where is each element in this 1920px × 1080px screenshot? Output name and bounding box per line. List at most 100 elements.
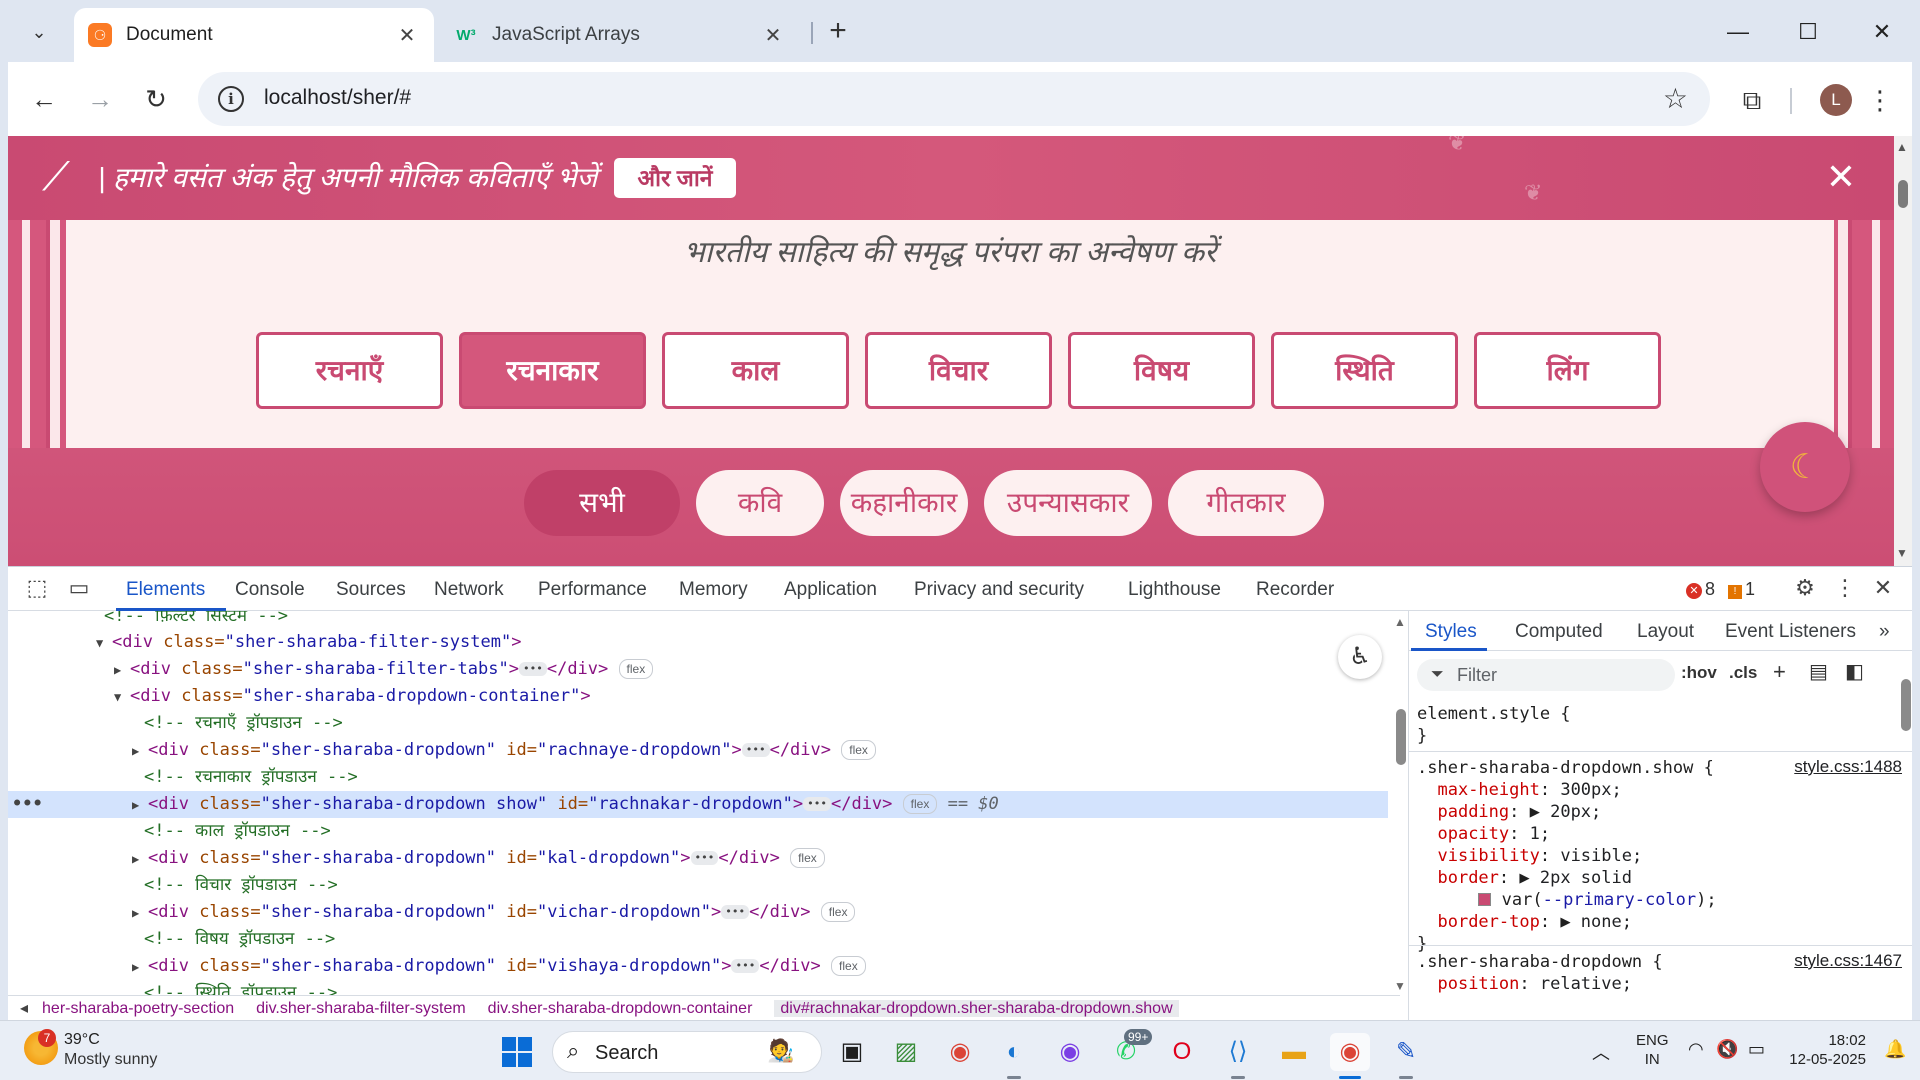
inspect-element-icon[interactable]: ⬚ (22, 575, 52, 603)
filter-tab-rachnakar[interactable]: रचनाकार (459, 332, 646, 409)
photo-editor-icon[interactable]: ▨ (886, 1033, 926, 1071)
dom-comment[interactable]: <!-- काल ड्रॉपडाउन --> (8, 818, 1388, 845)
close-announcement-icon[interactable]: ✕ (1826, 156, 1856, 198)
sub-filter-kavi[interactable]: कवि (696, 470, 824, 536)
cls-toggle[interactable]: .cls (1729, 663, 1757, 683)
device-toolbar-icon[interactable]: ▭ (64, 575, 94, 603)
dom-comment[interactable]: <!-- स्थिति ड्रॉपडाउन --> (8, 980, 1388, 995)
close-tab-icon[interactable]: ✕ (394, 23, 420, 48)
bookmark-star-icon[interactable]: ☆ (1663, 82, 1688, 115)
filter-tab-kal[interactable]: काल (662, 332, 849, 409)
accessibility-tree-icon[interactable]: ♿ (1338, 635, 1382, 679)
elements-scrollbar[interactable]: ▲ ▼ (1392, 611, 1408, 995)
scroll-up-icon[interactable]: ▲ (1896, 140, 1908, 154)
devtools-tab-console[interactable]: Console (235, 579, 305, 601)
devtools-tab-elements[interactable]: Elements (126, 579, 205, 601)
filter-tab-vichar[interactable]: विचार (865, 332, 1052, 409)
tray-chevron-up-icon[interactable]: ︿ (1592, 1039, 1610, 1065)
start-windows-icon[interactable] (502, 1037, 532, 1067)
dom-node-dropdown-container[interactable]: ▼ <div class="sher-sharaba-dropdown-conta… (8, 683, 1388, 710)
sub-filter-upanyaskar[interactable]: उपन्यासकार (984, 470, 1152, 536)
scroll-down-icon[interactable]: ▼ (1896, 546, 1908, 560)
dom-node-filter-tabs[interactable]: ▶ <div class="sher-sharaba-filter-tabs"> •… (8, 656, 1388, 683)
source-link[interactable]: style.css:1467 (1794, 951, 1902, 971)
reload-icon[interactable]: ↻ (136, 80, 176, 120)
styles-filter-input[interactable]: ⏷ Filter (1417, 659, 1675, 691)
devtools-tab-application[interactable]: Application (784, 579, 877, 601)
speaker-muted-icon[interactable]: 🔇 (1716, 1039, 1738, 1060)
breadcrumb-item-current[interactable]: div#rachnakar-dropdown.sher-sharaba-drop… (774, 1000, 1179, 1017)
feather-app-icon[interactable]: ✎ (1386, 1033, 1426, 1071)
flex-badge[interactable]: flex (902, 794, 938, 814)
dom-node-vishaya-dropdown[interactable]: ▶ <div class="sher-sharaba-dropdown" id="… (8, 953, 1388, 980)
forward-arrow-icon[interactable]: → (80, 80, 120, 120)
flex-badge[interactable]: flex (831, 956, 866, 976)
dom-node-kal-dropdown[interactable]: ▶ <div class="sher-sharaba-dropdown" id="… (8, 845, 1388, 872)
battery-icon[interactable]: ▭ (1748, 1039, 1765, 1060)
event-listeners-tab[interactable]: Event Listeners (1725, 621, 1856, 643)
dom-node-rachnakar-dropdown-selected[interactable]: ••• ▶ <div class="sher-sharaba-dropdown sh… (8, 791, 1388, 818)
flex-badge[interactable]: flex (618, 659, 654, 679)
filter-tab-sthiti[interactable]: स्थिति (1271, 332, 1458, 409)
chrome-profile-icon[interactable]: ◉ (1050, 1033, 1090, 1071)
scrollbar-thumb[interactable] (1898, 180, 1908, 208)
scrollbar-thumb[interactable] (1901, 679, 1911, 731)
dom-node-vichar-dropdown[interactable]: ▶ <div class="sher-sharaba-dropdown" id="… (8, 899, 1388, 926)
weather-temperature[interactable]: 39°C (64, 1031, 100, 1049)
dark-mode-moon-icon[interactable]: ☾ (1760, 422, 1850, 512)
extensions-puzzle-icon[interactable]: ⧉ (1732, 80, 1772, 120)
flex-badge[interactable]: flex (820, 902, 856, 922)
learn-more-button[interactable]: और जानें (614, 158, 736, 198)
scrollbar-thumb[interactable] (1396, 709, 1406, 765)
back-arrow-icon[interactable]: ← (24, 80, 64, 120)
chrome-icon[interactable]: ◉ (940, 1033, 980, 1071)
devtools-tab-sources[interactable]: Sources (336, 579, 406, 601)
more-tabs-chevron-icon[interactable]: » (1879, 621, 1890, 643)
dom-comment[interactable]: <!-- विचार ड्रॉपडाउन --> (8, 872, 1388, 899)
settings-gear-icon[interactable]: ⚙ (1790, 575, 1820, 603)
computed-tab[interactable]: Computed (1515, 621, 1603, 643)
sub-filter-geetkar[interactable]: गीतकार (1168, 470, 1324, 536)
css-rule-dropdown-show[interactable]: .sher-sharaba-dropdown.show { max-height… (1417, 757, 1717, 955)
url-text[interactable]: localhost/sher/# (264, 86, 411, 110)
scroll-up-icon[interactable]: ▲ (1394, 615, 1406, 629)
profile-avatar[interactable]: L (1820, 84, 1852, 116)
opera-icon[interactable]: O (1162, 1033, 1202, 1071)
file-explorer-icon[interactable]: ▬ (1274, 1033, 1314, 1071)
warning-counter[interactable]: ! 1 (1728, 579, 1755, 600)
styles-tab[interactable]: Styles (1425, 621, 1477, 643)
breadcrumb-left-icon[interactable]: ◂ (8, 1000, 28, 1017)
dom-node-rachnaye-dropdown[interactable]: ▶ <div class="sher-sharaba-dropdown" id="… (8, 737, 1388, 764)
minimize-icon[interactable]: — (1718, 14, 1758, 50)
devtools-tab-performance[interactable]: Performance (538, 579, 647, 601)
close-window-icon[interactable]: ✕ (1862, 14, 1902, 50)
vscode-icon[interactable]: ⟨⟩ (1218, 1033, 1258, 1071)
devtools-tab-recorder[interactable]: Recorder (1256, 579, 1334, 601)
sub-filter-sabhi[interactable]: सभी (524, 470, 680, 536)
source-link[interactable]: style.css:1488 (1794, 757, 1902, 777)
close-devtools-icon[interactable]: ✕ (1868, 575, 1898, 603)
breadcrumb-item[interactable]: her-sharaba-poetry-section (42, 1000, 234, 1017)
tab-search-chevron-icon[interactable]: ⌄ (20, 14, 58, 50)
styles-scrollbar[interactable] (1899, 655, 1912, 1021)
new-rule-plus-icon[interactable]: + (1773, 659, 1786, 685)
sub-filter-kahanikar[interactable]: कहानीकार (840, 470, 968, 536)
paint-roller-icon[interactable]: ▤ (1809, 659, 1828, 684)
element-style-rule[interactable]: element.style { } (1417, 703, 1571, 747)
dom-comment[interactable]: <!-- फ़िल्टर सिस्टम --> (8, 611, 1388, 630)
taskbar-search[interactable]: ⌕ Search 🧑‍🎨 (552, 1031, 822, 1073)
devtools-tab-memory[interactable]: Memory (679, 579, 748, 601)
filter-tab-ling[interactable]: लिंग (1474, 332, 1661, 409)
close-tab-icon[interactable]: ✕ (760, 23, 786, 48)
devtools-tab-privacy[interactable]: Privacy and security (914, 579, 1084, 601)
site-info-icon[interactable]: i (218, 86, 244, 112)
error-counter[interactable]: ✕ 8 (1686, 579, 1715, 600)
weather-condition[interactable]: Mostly sunny (64, 1051, 157, 1069)
chrome-active-icon[interactable]: ◉ (1330, 1033, 1370, 1071)
system-clock[interactable]: 18:02 12-05-2025 (1786, 1031, 1866, 1069)
dom-node-filter-system[interactable]: ▼ <div class="sher-sharaba-filter-system"… (8, 629, 1388, 656)
notification-bell-icon[interactable]: 🔔 (1884, 1039, 1906, 1060)
devtools-menu-icon[interactable]: ⋮ (1830, 575, 1860, 603)
menu-kebab-icon[interactable]: ⋮ (1860, 80, 1900, 120)
scroll-down-icon[interactable]: ▼ (1394, 979, 1406, 993)
